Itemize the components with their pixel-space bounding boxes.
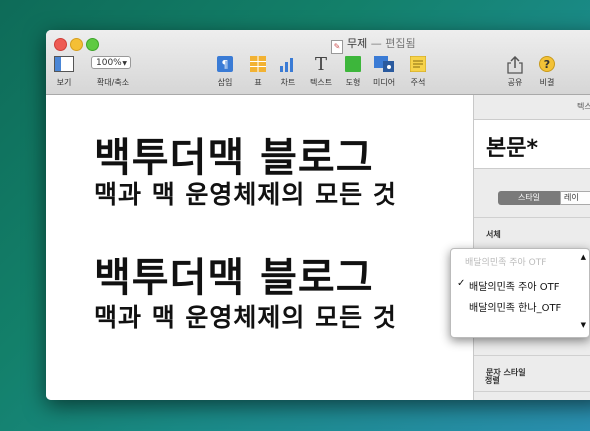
- square-shape-icon: [345, 56, 361, 74]
- zoom-select[interactable]: 100% ▼: [91, 56, 131, 69]
- table-button[interactable]: 표: [250, 56, 266, 88]
- pages-window: ✎ 무제 — 편집됨 보기 100% ▼ 확대/축소 ¶ 삽입 표 차트 T 텍…: [46, 30, 590, 400]
- tab-style[interactable]: 스타일: [498, 191, 560, 205]
- view-button[interactable]: 보기: [54, 56, 74, 88]
- subheading-line-2[interactable]: 맥과 맥 운영체제의 모든 것: [94, 298, 397, 334]
- tab-text[interactable]: 텍스: [577, 101, 590, 112]
- insert-button[interactable]: ¶ 삽입: [217, 56, 233, 88]
- scroll-up-icon[interactable]: ▲: [581, 253, 586, 261]
- question-mark-icon: ?: [539, 56, 555, 74]
- share-button[interactable]: 공유: [507, 55, 523, 88]
- zoom-control[interactable]: 100% ▼ 확대/축소: [91, 56, 135, 88]
- font-family-menu[interactable]: 배달의민족 주아 OTF ▲ ✓ 배달의민족 주아 OTF 배달의민족 한나_O…: [450, 248, 590, 338]
- heading-line-2[interactable]: 백투더맥 블로그: [94, 245, 374, 303]
- share-icon: [507, 55, 523, 74]
- divider: [474, 355, 590, 356]
- shape-button[interactable]: 도형: [345, 56, 361, 88]
- document-icon: ✎: [331, 40, 343, 54]
- titlebar: ✎ 무제 — 편집됨 보기 100% ▼ 확대/축소 ¶ 삽입 표 차트 T 텍…: [46, 30, 590, 95]
- scroll-down-icon[interactable]: ▼: [581, 321, 586, 329]
- svg-text:?: ?: [544, 58, 550, 71]
- chart-button[interactable]: 차트: [279, 56, 297, 88]
- font-field-underlay: 배달의민족 주아 OTF: [465, 258, 547, 268]
- subheading-line-1[interactable]: 맥과 맥 운영체제의 모든 것: [94, 175, 397, 211]
- divider: [474, 217, 590, 218]
- tips-button[interactable]: ? 비결: [539, 56, 555, 88]
- tab-layout[interactable]: 레이: [560, 191, 590, 205]
- close-button[interactable]: [54, 38, 67, 51]
- checkmark-icon: ✓: [457, 278, 466, 289]
- font-option-hanna[interactable]: 배달의민족 한나_OTF: [469, 299, 561, 314]
- text-button[interactable]: T 텍스트: [310, 56, 332, 88]
- table-icon: [250, 56, 266, 74]
- bar-chart-icon: [279, 56, 297, 74]
- svg-text:¶: ¶: [222, 58, 229, 71]
- media-icon: [374, 56, 395, 74]
- paragraph-style-selector[interactable]: 본문*: [474, 119, 590, 169]
- minimize-button[interactable]: [70, 38, 83, 51]
- text-t-icon: T: [315, 54, 328, 75]
- divider: [474, 391, 590, 392]
- comment-button[interactable]: 주석: [409, 55, 427, 88]
- document-canvas[interactable]: 백투더맥 블로그 맥과 맥 운영체제의 모든 것 백투더맥 블로그 맥과 맥 운…: [46, 95, 473, 400]
- alignment-section-label: 정렬: [485, 376, 500, 385]
- font-option-jua[interactable]: 배달의민족 주아 OTF: [469, 278, 560, 293]
- maximize-button[interactable]: [86, 38, 99, 51]
- paragraph-icon: ¶: [217, 56, 233, 74]
- font-section-label: 서체: [486, 230, 501, 239]
- window-title: ✎ 무제 — 편집됨: [331, 35, 416, 54]
- chevron-down-icon: ▼: [122, 60, 127, 67]
- media-button[interactable]: 미디어: [373, 56, 395, 88]
- comment-note-icon: [409, 55, 427, 74]
- sidebar-view-icon: [54, 56, 74, 74]
